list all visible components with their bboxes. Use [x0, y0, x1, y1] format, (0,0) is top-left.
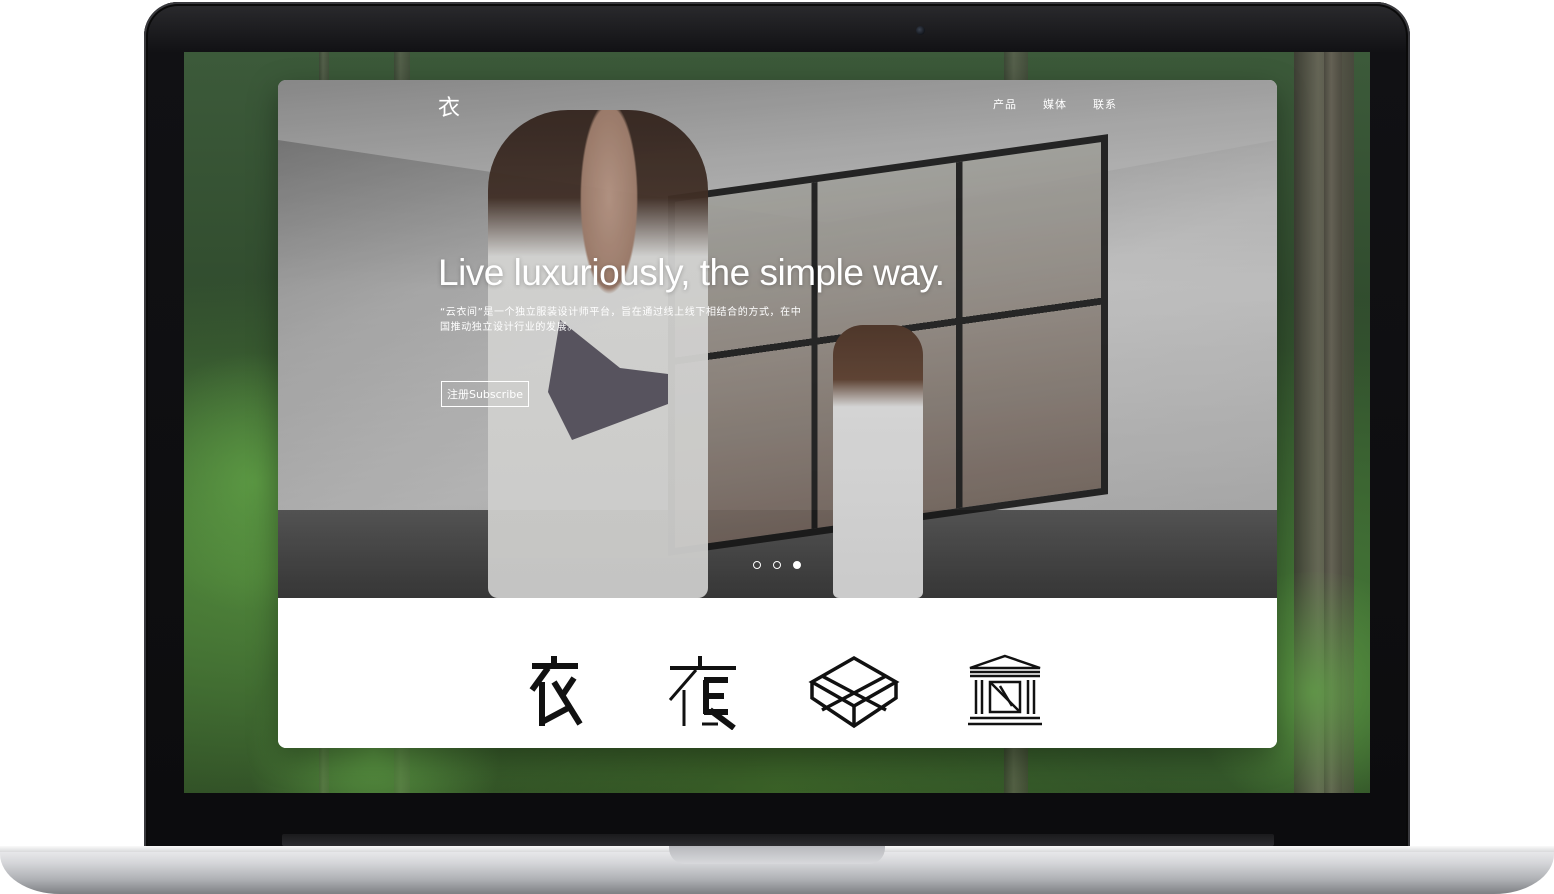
carousel-dot-active[interactable]: [793, 561, 801, 569]
yun-logo-icon[interactable]: [526, 654, 586, 730]
yi-logo-icon[interactable]: [666, 654, 740, 730]
carousel-dot[interactable]: [773, 561, 781, 569]
carousel-dots: [753, 561, 801, 569]
laptop-mockup: 衣 产品 媒体 联系 Live luxuriously, the simple …: [0, 0, 1554, 894]
brand-icon-strip: [278, 598, 1277, 748]
hero-description-line: “云衣间”是一个独立服装设计师平台，旨在通过线上线下相结合的方式，在中: [440, 307, 802, 318]
carousel-dot[interactable]: [753, 561, 761, 569]
subscribe-button[interactable]: 注册Subscribe: [441, 381, 529, 407]
hero-description-line: 国推动独立设计行业的发展。: [440, 322, 578, 333]
box-icon[interactable]: [806, 654, 902, 730]
camera-icon: [916, 26, 925, 35]
site-logo[interactable]: 衣: [438, 90, 460, 122]
hero-banner: 衣 产品 媒体 联系 Live luxuriously, the simple …: [278, 80, 1277, 598]
website-panel: 衣 产品 媒体 联系 Live luxuriously, the simple …: [278, 80, 1277, 748]
laptop-hinge: [282, 834, 1274, 846]
nav-item-media[interactable]: 媒体: [1043, 96, 1067, 112]
nav-item-products[interactable]: 产品: [993, 96, 1017, 112]
gallery-building-icon[interactable]: [966, 654, 1044, 728]
laptop-base-notch: [669, 846, 885, 864]
hero-overlay: [278, 80, 1277, 598]
hero-headline: Live luxuriously, the simple way.: [438, 252, 945, 293]
nav-item-contact[interactable]: 联系: [1093, 96, 1117, 112]
hero-description: “云衣间”是一个独立服装设计师平台，旨在通过线上线下相结合的方式，在中 国推动独…: [440, 305, 860, 335]
main-nav: 产品 媒体 联系: [993, 96, 1117, 112]
